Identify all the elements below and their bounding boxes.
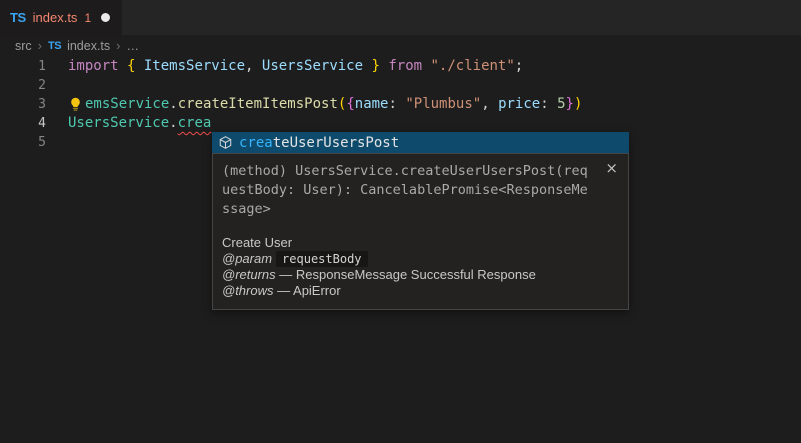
- code-line[interactable]: 1import { ItemsService, UsersService } f…: [0, 57, 801, 76]
- typescript-file-icon: TS: [10, 10, 26, 25]
- code-line[interactable]: 2: [0, 76, 801, 95]
- doc-tag-throws: @throws — ApiError: [222, 283, 620, 299]
- typescript-file-icon: TS: [48, 40, 61, 52]
- code-token: from: [388, 57, 422, 76]
- code-line-content[interactable]: import { ItemsService, UsersService } fr…: [46, 57, 523, 76]
- line-number: 4: [0, 114, 46, 133]
- close-icon[interactable]: ×: [605, 161, 618, 176]
- unsaved-changes-dot-icon[interactable]: [101, 13, 110, 22]
- code-token: name: [355, 95, 389, 114]
- code-line-content[interactable]: [46, 133, 68, 152]
- code-token: :: [540, 95, 557, 114]
- doc-tag-returns: @returns — ResponseMessage Successful Re…: [222, 267, 620, 283]
- code-token: .: [169, 95, 177, 114]
- code-token: }: [566, 95, 574, 114]
- line-number: 2: [0, 76, 46, 95]
- chevron-right-icon: ›: [116, 38, 120, 53]
- doc-body: Create User @paramrequestBody @returns —…: [222, 235, 620, 299]
- tab-filename: index.ts: [33, 10, 78, 25]
- code-token: {: [346, 95, 354, 114]
- code-line-content[interactable]: UsersService.crea: [46, 114, 211, 133]
- code-token: (: [338, 95, 346, 114]
- code-token: emsService: [85, 95, 169, 114]
- code-token: [422, 57, 430, 76]
- breadcrumb-item-src[interactable]: src: [15, 39, 32, 53]
- method-signature: (method) UsersService.createUserUsersPos…: [222, 162, 590, 219]
- tab-problem-count-badge: 1: [84, 11, 91, 25]
- code-token: ): [574, 95, 582, 114]
- lightbulb-icon[interactable]: [68, 97, 85, 112]
- code-token: 5: [557, 95, 565, 114]
- code-token: :: [388, 95, 405, 114]
- code-token: ItemsService: [144, 57, 245, 76]
- doc-tag-param: @paramrequestBody: [222, 251, 620, 267]
- code-token: "Plumbus": [405, 95, 481, 114]
- code-token: .: [169, 114, 177, 133]
- code-token: import: [68, 57, 127, 76]
- code-line[interactable]: 3emsService.createItemItemsPost({name: "…: [0, 95, 801, 114]
- suggest-widget: createUserUsersPost (method) UsersServic…: [212, 132, 629, 310]
- code-line-content[interactable]: [46, 76, 68, 95]
- code-token: ,: [245, 57, 262, 76]
- code-token: crea: [178, 114, 212, 133]
- line-number: 1: [0, 57, 46, 76]
- suggestion-label: createUserUsersPost: [239, 135, 399, 151]
- line-number: 5: [0, 133, 46, 152]
- code-token: [380, 57, 388, 76]
- breadcrumb-item-symbol[interactable]: …: [127, 39, 140, 53]
- code-token: price: [498, 95, 540, 114]
- breadcrumb: src › TS index.ts › …: [0, 35, 801, 56]
- param-name-chip: requestBody: [276, 251, 367, 267]
- breadcrumb-item-index-ts[interactable]: index.ts: [67, 39, 110, 53]
- code-token: UsersService: [68, 114, 169, 133]
- code-line-content[interactable]: emsService.createItemItemsPost({name: "P…: [46, 95, 582, 114]
- suggestion-docs-panel: (method) UsersService.createUserUsersPos…: [212, 153, 629, 310]
- method-icon: [218, 135, 233, 150]
- code-token: UsersService: [262, 57, 363, 76]
- tab-index-ts[interactable]: TS index.ts 1: [0, 0, 122, 35]
- chevron-right-icon: ›: [38, 38, 42, 53]
- code-token: ;: [515, 57, 523, 76]
- code-line[interactable]: 4UsersService.crea: [0, 114, 801, 133]
- doc-description: Create User: [222, 235, 620, 251]
- code-token: ,: [481, 95, 498, 114]
- tab-bar: TS index.ts 1: [0, 0, 801, 35]
- code-token: }: [363, 57, 380, 76]
- code-token: createItemItemsPost: [178, 95, 338, 114]
- line-number: 3: [0, 95, 46, 114]
- code-token: "./client": [431, 57, 515, 76]
- suggestion-item-createUserUsersPost[interactable]: createUserUsersPost: [212, 132, 629, 153]
- code-token: {: [127, 57, 144, 76]
